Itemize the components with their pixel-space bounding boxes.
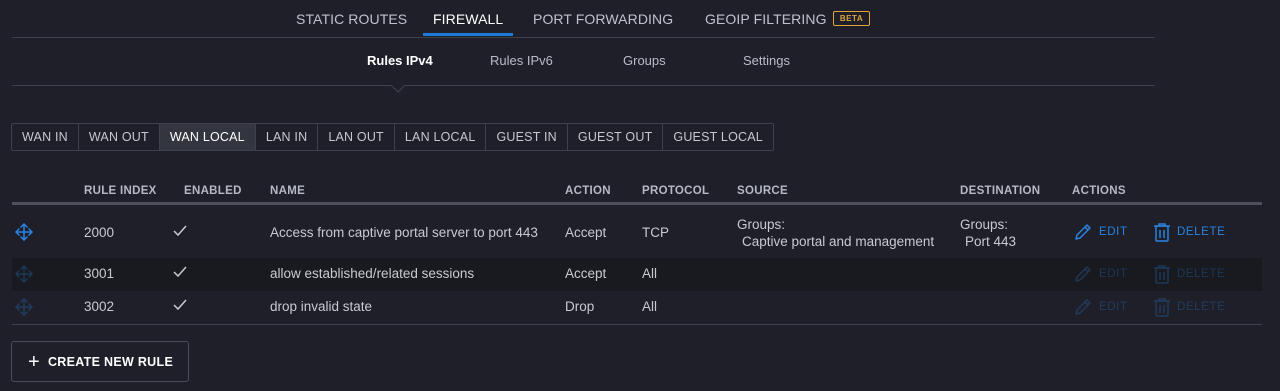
enabled-check-icon — [173, 225, 187, 237]
table-bottom-divider — [12, 324, 1262, 325]
tab-geoip-filtering[interactable]: GEOIP FILTERING — [705, 11, 827, 27]
enabled-check-icon — [173, 266, 187, 278]
source-value: Captive portal and management — [742, 234, 935, 249]
delete-button[interactable]: DELETE — [1153, 222, 1225, 242]
top-nav-divider — [12, 37, 1155, 38]
dir-tab-lan-in[interactable]: LAN IN — [256, 124, 319, 150]
drag-handle-icon[interactable] — [14, 222, 34, 242]
dir-tab-lan-out[interactable]: LAN OUT — [318, 124, 395, 150]
edit-button[interactable]: EDIT — [1073, 297, 1128, 317]
drag-handle-icon[interactable] — [14, 297, 34, 317]
dir-tab-guest-out[interactable]: GUEST OUT — [568, 124, 664, 150]
edit-label: EDIT — [1099, 268, 1128, 280]
column-header-actions: ACTIONS — [1072, 185, 1126, 197]
sub-nav-divider — [12, 85, 1155, 86]
tab-static-routes[interactable]: STATIC ROUTES — [296, 11, 407, 27]
delete-label: DELETE — [1177, 301, 1226, 313]
column-header-protocol: PROTOCOL — [642, 185, 710, 197]
create-new-rule-label: CREATE NEW RULE — [47, 354, 174, 369]
rule-source: Groups: Captive portal and management — [737, 216, 934, 250]
delete-button[interactable]: DELETE — [1153, 264, 1225, 284]
subtab-rules-ipv6[interactable]: Rules IPv6 — [490, 53, 553, 68]
active-tab-underline — [423, 33, 513, 36]
delete-label: DELETE — [1177, 226, 1226, 238]
rule-action: Accept — [565, 225, 607, 240]
column-header-action: ACTION — [565, 185, 611, 197]
enabled-check-icon — [173, 299, 187, 311]
rule-index: 3002 — [84, 299, 115, 314]
dir-tab-guest-local[interactable]: GUEST LOCAL — [663, 124, 773, 150]
rule-destination: Groups: Port 443 — [960, 216, 1016, 250]
trash-icon — [1154, 298, 1170, 317]
column-header-source: SOURCE — [737, 185, 789, 197]
rule-action: Accept — [565, 266, 607, 281]
rule-index: 3001 — [84, 266, 115, 281]
column-header-rule-index: RULE INDEX — [84, 185, 157, 197]
create-new-rule-button[interactable]: + CREATE NEW RULE — [11, 341, 189, 382]
destination-label: Groups: — [960, 217, 1009, 232]
dir-tab-wan-in[interactable]: WAN IN — [12, 124, 79, 150]
edit-label: EDIT — [1099, 226, 1128, 238]
source-label: Groups: — [737, 217, 786, 232]
table-header-divider — [12, 202, 1262, 205]
rule-action: Drop — [565, 299, 595, 314]
plus-icon: + — [28, 350, 40, 373]
rule-name: drop invalid state — [270, 299, 373, 314]
tab-port-forwarding[interactable]: PORT FORWARDING — [533, 11, 673, 27]
dir-tab-guest-in[interactable]: GUEST IN — [486, 124, 568, 150]
tab-firewall[interactable]: FIREWALL — [433, 11, 503, 27]
rule-protocol: All — [642, 299, 658, 314]
column-header-enabled: ENABLED — [184, 185, 242, 197]
trash-icon — [1154, 265, 1170, 284]
subtab-settings[interactable]: Settings — [743, 53, 790, 68]
destination-value: Port 443 — [965, 234, 1017, 249]
beta-badge: BETA — [833, 11, 870, 26]
edit-label: EDIT — [1099, 301, 1128, 313]
pencil-icon — [1075, 224, 1091, 240]
edit-button[interactable]: EDIT — [1073, 222, 1128, 242]
pencil-icon — [1075, 299, 1091, 315]
column-header-name: NAME — [270, 185, 306, 197]
active-subtab-caret-icon — [391, 85, 405, 93]
subtab-groups[interactable]: Groups — [623, 53, 666, 68]
rule-index: 2000 — [84, 225, 115, 240]
rule-protocol: TCP — [642, 225, 669, 240]
edit-button[interactable]: EDIT — [1073, 264, 1128, 284]
drag-handle-icon[interactable] — [14, 264, 34, 284]
top-navigation: STATIC ROUTES FIREWALL PORT FORWARDING G… — [0, 0, 1280, 38]
delete-label: DELETE — [1177, 268, 1226, 280]
dir-tab-lan-local[interactable]: LAN LOCAL — [395, 124, 487, 150]
trash-icon — [1154, 223, 1170, 242]
subtab-rules-ipv4[interactable]: Rules IPv4 — [367, 53, 433, 68]
delete-button[interactable]: DELETE — [1153, 297, 1225, 317]
rule-name: Access from captive portal server to por… — [270, 225, 538, 240]
dir-tab-wan-local[interactable]: WAN LOCAL — [159, 124, 256, 150]
rule-protocol: All — [642, 266, 658, 281]
column-header-destination: DESTINATION — [960, 185, 1041, 197]
rule-name: allow established/related sessions — [270, 266, 475, 281]
pencil-icon — [1075, 266, 1091, 282]
direction-tab-group: WAN IN WAN OUT WAN LOCAL LAN IN LAN OUT … — [11, 123, 774, 151]
dir-tab-wan-out[interactable]: WAN OUT — [79, 124, 160, 150]
